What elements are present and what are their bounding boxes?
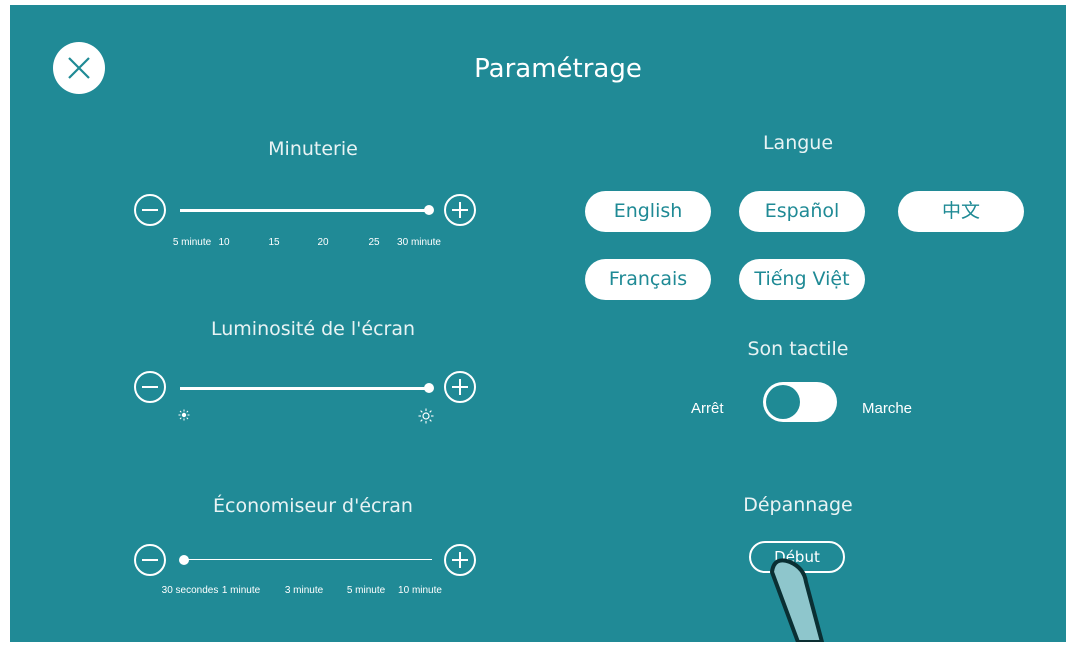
language-french-button[interactable]: Français [585,259,711,300]
timer-decrease-button[interactable] [134,194,166,226]
brightness-slider-thumb[interactable] [424,383,434,393]
brightness-decrease-button[interactable] [134,371,166,403]
timer-increase-button[interactable] [444,194,476,226]
toggle-knob [766,385,800,419]
screensaver-tick: 3 minute [284,585,324,596]
screensaver-tick: 10 minute [398,585,442,596]
language-english-button[interactable]: English [585,191,711,232]
touch-pointer-icon [770,558,824,642]
touch-sound-off-label: Arrêt [691,400,724,417]
touch-sound-toggle[interactable] [763,382,837,422]
timer-tick: 30 minute [397,237,441,248]
screensaver-title: Économiseur d'écran [213,495,413,517]
brightness-title: Luminosité de l'écran [210,318,416,340]
settings-panel: Paramétrage Minuterie 5 minute 10 15 20 … [10,5,1066,642]
timer-tick: 5 minute [172,237,212,248]
dim-sun-icon [178,409,190,421]
troubleshooting-title: Dépannage [743,494,853,516]
timer-tick: 10 [218,237,230,248]
touch-sound-title: Son tactile [747,338,849,360]
timer-tick: 20 [317,237,329,248]
screensaver-tick: 1 minute [221,585,261,596]
timer-title: Minuterie [268,138,358,160]
brightness-increase-button[interactable] [444,371,476,403]
language-vietnamese-button[interactable]: Tiếng Việt [739,259,865,300]
page-title: Paramétrage [474,54,642,84]
screensaver-slider-thumb[interactable] [179,555,189,565]
timer-slider-thumb[interactable] [424,205,434,215]
language-chinese-button[interactable]: 中文 [898,191,1024,232]
language-title: Langue [762,132,834,154]
timer-tick: 25 [368,237,380,248]
timer-slider-track[interactable] [180,209,430,212]
brightness-slider-track[interactable] [180,387,430,390]
timer-tick: 15 [268,237,280,248]
screensaver-tick: 5 minute [346,585,386,596]
touch-sound-on-label: Marche [862,400,913,417]
screensaver-tick: 30 secondes [161,585,219,596]
screensaver-slider-track[interactable] [186,559,432,560]
screensaver-increase-button[interactable] [444,544,476,576]
language-spanish-button[interactable]: Español [739,191,865,232]
bright-sun-icon [418,408,434,424]
screensaver-decrease-button[interactable] [134,544,166,576]
